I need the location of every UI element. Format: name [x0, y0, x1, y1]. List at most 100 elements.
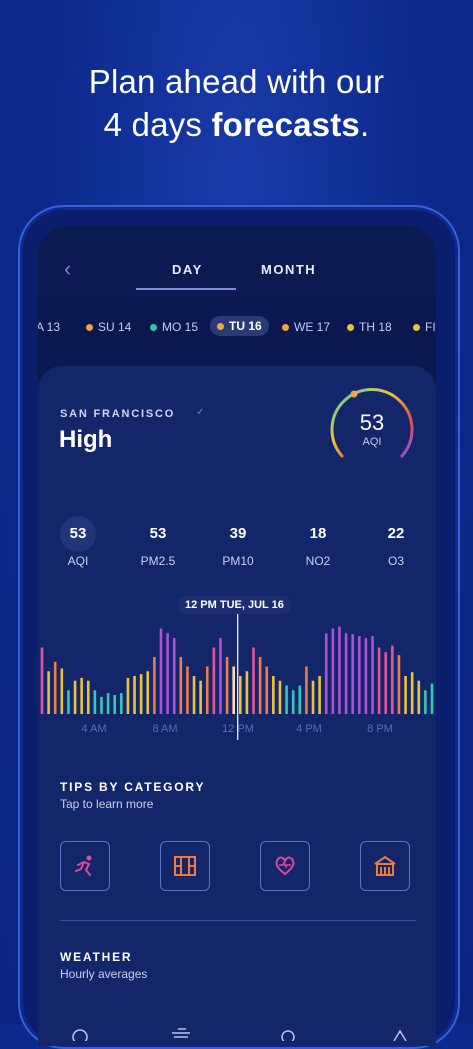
chart-bar: [278, 680, 282, 714]
date-chip[interactable]: A 13: [38, 320, 60, 334]
metric-label: PM2.5: [140, 554, 176, 568]
metric-value: 22: [387, 525, 405, 542]
chart-bar: [67, 690, 70, 714]
weather-subtitle: Hourly averages: [60, 967, 148, 981]
chart-bar: [146, 671, 150, 714]
date-chip[interactable]: FI: [413, 320, 436, 334]
chart-bar: [384, 652, 388, 714]
tab-day[interactable]: DAY: [172, 262, 203, 277]
status-dot-icon: [347, 323, 354, 331]
x-tick-label: 4 AM: [81, 723, 106, 735]
chart-bar: [93, 690, 97, 714]
chart-bar: [351, 634, 354, 714]
metric-label: PM10: [222, 554, 254, 568]
chart-bar: [338, 626, 341, 714]
tip-windows-button[interactable]: [160, 841, 210, 891]
top-bar: ‹ DAY MONTH: [38, 226, 436, 296]
headline-line1: Plan ahead with our: [88, 63, 385, 100]
x-tick-label: 4 PM: [296, 723, 322, 735]
date-chip-selected[interactable]: TU 16: [210, 316, 269, 336]
chart-bar: [47, 671, 50, 714]
chart-bar: [311, 680, 315, 714]
tip-health-button[interactable]: [260, 841, 310, 891]
headline-line2-suffix: .: [359, 106, 370, 143]
chart-bar: [245, 671, 249, 714]
chart-bar: [113, 695, 117, 714]
chart-bar: [100, 696, 103, 714]
chart-bar: [73, 680, 77, 714]
status-dot-icon: [217, 322, 224, 330]
window-icon: [174, 856, 196, 876]
back-arrow-icon[interactable]: ‹: [64, 256, 71, 282]
chart-bar: [166, 633, 169, 714]
metric-o3[interactable]: 22 O3: [366, 516, 426, 568]
tips-subtitle: Tap to learn more: [60, 797, 154, 811]
wind-icon: [172, 1028, 190, 1038]
chart-bar: [139, 674, 143, 714]
chart-bar: [357, 636, 361, 714]
date-chip[interactable]: SU 14: [86, 320, 131, 334]
metric-pm25[interactable]: 53 PM2.5: [128, 516, 188, 568]
tip-indoor-button[interactable]: [360, 841, 410, 891]
date-chip[interactable]: TH 18: [347, 320, 392, 334]
chart-bar: [192, 676, 196, 714]
metric-label: AQI: [67, 554, 89, 568]
chart-bar: [252, 647, 255, 714]
chart-bar: [219, 638, 222, 714]
chart-bar: [106, 693, 110, 714]
chart-bar: [40, 647, 44, 714]
app-screen: ‹ DAY MONTH A 13 SU 14 MO 15 TU 16 WE 17…: [38, 226, 436, 1046]
x-tick-label: 8 PM: [367, 723, 393, 735]
chart-bar: [199, 680, 202, 714]
chart-bar: [53, 661, 57, 714]
chart-bar: [265, 666, 269, 714]
date-chip[interactable]: WE 17: [282, 320, 330, 334]
city-name[interactable]: SAN FRANCISCO: [60, 408, 175, 420]
chart-bar: [424, 690, 427, 714]
date-label: TH 18: [359, 320, 392, 334]
tab-day-underline: [136, 288, 236, 290]
chart-bar: [377, 647, 381, 714]
chart-bar: [404, 676, 407, 714]
metric-no2[interactable]: 18 NO2: [288, 516, 348, 568]
chart-bar: [410, 672, 414, 714]
house-icon: [374, 855, 396, 876]
date-label: SU 14: [98, 320, 132, 334]
metric-value: 53: [149, 525, 167, 542]
chart-bar: [86, 680, 90, 714]
chart-bar: [120, 693, 123, 714]
chart-bar: [205, 666, 209, 714]
headline-line2-prefix: 4 days: [103, 106, 212, 143]
sun-icon: [281, 1030, 295, 1041]
chart-bar: [159, 628, 163, 714]
status-dot-icon: [86, 323, 93, 331]
status-dot-icon: [413, 323, 420, 331]
chart-bar: [80, 677, 83, 714]
date-label: TU 16: [229, 319, 262, 333]
metric-aqi[interactable]: 53 AQI: [48, 516, 108, 568]
aqi-label: AQI: [362, 436, 382, 448]
metric-pm10[interactable]: 39 PM10: [208, 516, 268, 568]
chart-bar: [153, 657, 156, 714]
chart-bar: [417, 680, 421, 714]
x-tick-label: 12 PM: [222, 723, 254, 735]
headline-line2: 4 days forecasts.: [0, 103, 473, 146]
date-label: MO 15: [162, 320, 199, 334]
x-tick-label: 8 AM: [152, 723, 177, 735]
chart-bar: [397, 655, 401, 714]
date-label: FI: [425, 320, 436, 334]
date-chip[interactable]: MO 15: [150, 320, 198, 334]
chart-bar: [285, 685, 288, 714]
chart-bar: [258, 657, 262, 714]
aqi-value: 53: [359, 410, 385, 435]
hourly-aqi-chart[interactable]: 4 AM 8 AM 12 PM 4 PM 8 PM: [38, 594, 436, 744]
chart-bar: [305, 666, 308, 714]
chart-bar: [291, 690, 295, 714]
tab-month[interactable]: MONTH: [261, 262, 316, 277]
chart-bar: [331, 628, 335, 714]
chart-bar: [371, 636, 374, 714]
metric-value: 53: [60, 516, 96, 552]
tip-exercise-button[interactable]: [60, 841, 110, 891]
humidity-icon: [393, 1029, 407, 1041]
runner-icon: [75, 855, 92, 876]
